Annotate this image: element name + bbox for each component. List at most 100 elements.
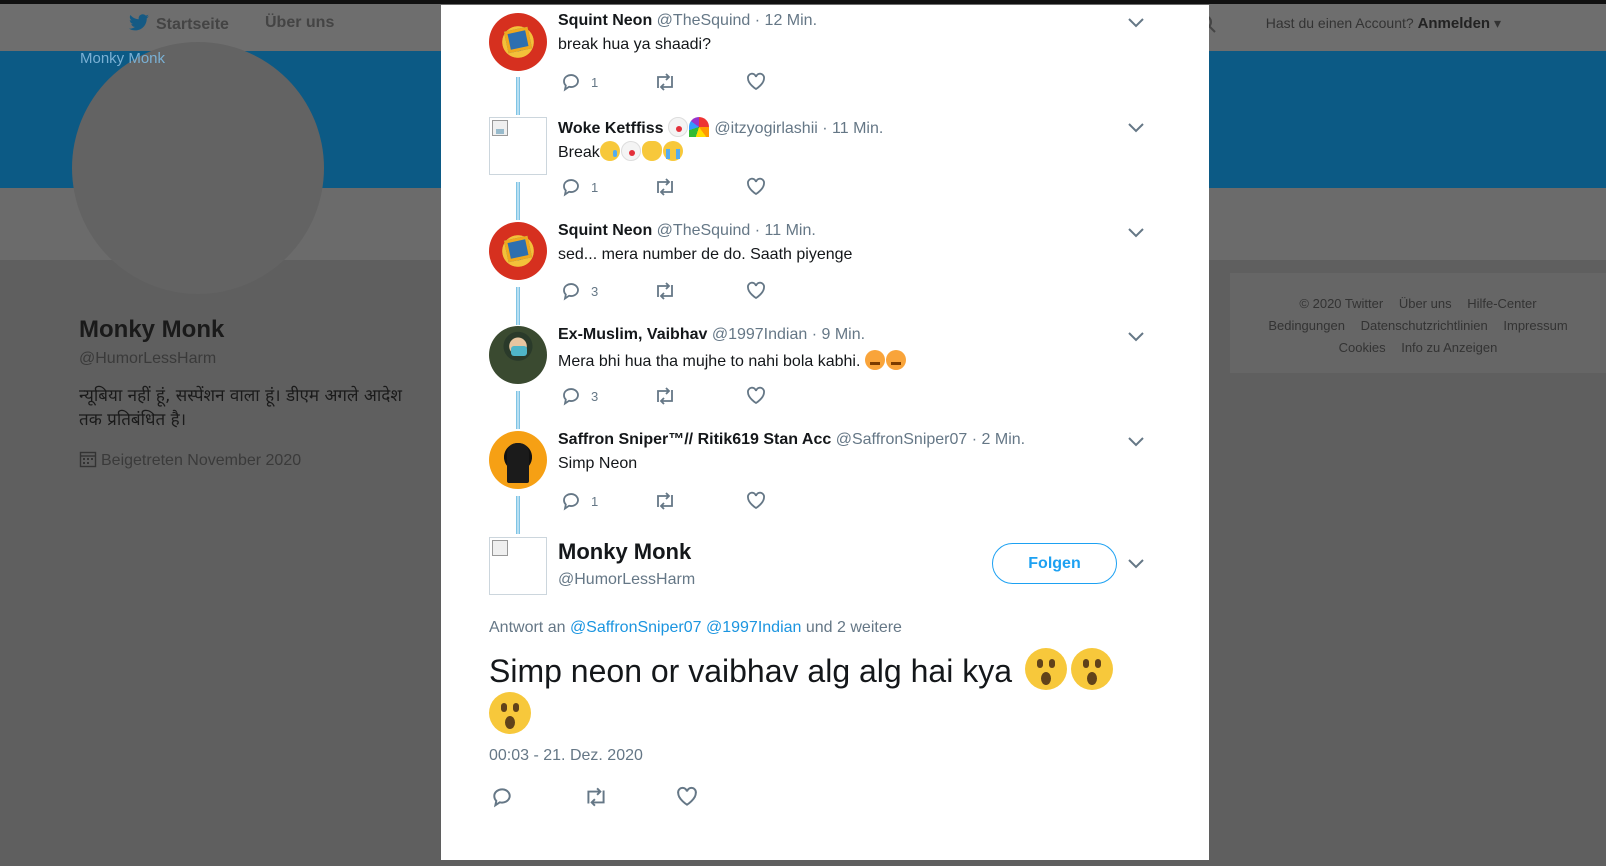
tweet-header: Ex-Muslim, Vaibhav @1997Indian · 9 Min. bbox=[558, 326, 865, 344]
heart-icon bbox=[677, 786, 697, 806]
tweet-text: Mera bhi hua tha mujhe to nahi bola kabh… bbox=[558, 353, 861, 370]
main-tweet-author-name[interactable]: Monky Monk bbox=[558, 539, 691, 565]
retweet-button[interactable] bbox=[653, 281, 677, 301]
tweet-text: Simp Neon bbox=[558, 455, 638, 472]
profile-avatar-alt-text: Monky Monk bbox=[80, 50, 166, 67]
reply-prefix: Antwort an bbox=[489, 619, 566, 636]
tweet-author-name[interactable]: Woke Ketffiss bbox=[558, 120, 664, 137]
like-button[interactable] bbox=[746, 281, 766, 301]
tweet-author-handle[interactable]: @1997Indian bbox=[712, 326, 807, 343]
tweet-text: break hua ya shaadi? bbox=[558, 36, 711, 53]
avatar[interactable] bbox=[489, 326, 547, 384]
reply-count: 1 bbox=[591, 179, 599, 195]
thread-connector bbox=[516, 77, 520, 115]
like-button[interactable] bbox=[746, 386, 766, 406]
tweet-text-line: Break bbox=[558, 141, 684, 162]
tweet-author-handle[interactable]: @TheSquind bbox=[657, 12, 751, 29]
avatar[interactable] bbox=[489, 117, 547, 175]
tweet-modal: Squint Neon @TheSquind · 12 Min. break h… bbox=[441, 5, 1209, 860]
account-login-area: Hast du einen Account? Anmelden ▾ bbox=[1266, 15, 1501, 32]
tweet-text: sed... mera number de do. Saath piyenge bbox=[558, 246, 853, 263]
login-dropdown[interactable]: Anmelden bbox=[1418, 15, 1491, 32]
footer-copyright: © 2020 Twitter bbox=[1299, 296, 1384, 311]
profile-name: Monky Monk bbox=[79, 316, 225, 343]
reply-suffix[interactable]: und 2 weitere bbox=[806, 619, 902, 636]
like-button[interactable] bbox=[746, 72, 766, 92]
thread-connector bbox=[516, 287, 520, 325]
like-button[interactable] bbox=[676, 786, 698, 808]
tweet-text-line: Mera bhi hua tha mujhe to nahi bola kabh… bbox=[558, 350, 907, 371]
footer-links: © 2020 Twitter Über uns Hilfe-Center Bed… bbox=[1230, 273, 1606, 373]
retweet-icon bbox=[657, 73, 673, 91]
tweet-author-name[interactable]: Squint Neon bbox=[558, 222, 652, 239]
footer-link-ads[interactable]: Info zu Anzeigen bbox=[1401, 340, 1497, 355]
main-tweet-avatar[interactable] bbox=[489, 537, 547, 595]
reply-icon bbox=[563, 179, 579, 197]
retweet-button[interactable] bbox=[653, 491, 677, 511]
reply-button[interactable] bbox=[491, 786, 513, 808]
footer-link-terms[interactable]: Bedingungen bbox=[1268, 318, 1345, 333]
reply-count: 3 bbox=[591, 283, 599, 299]
reply-context: Antwort an @SaffronSniper07 @1997Indian … bbox=[489, 619, 902, 637]
tweet-text: Break bbox=[558, 144, 600, 161]
reply-button[interactable]: 1 bbox=[561, 72, 598, 92]
tweet-author-handle[interactable]: @TheSquind bbox=[657, 222, 751, 239]
chevron-down-icon[interactable] bbox=[1128, 434, 1144, 452]
reply-button[interactable]: 3 bbox=[561, 386, 598, 406]
chevron-down-icon[interactable] bbox=[1128, 15, 1144, 33]
rainbow-emoji-icon bbox=[688, 117, 709, 137]
heart-icon bbox=[747, 177, 765, 196]
chevron-down-icon[interactable] bbox=[1128, 329, 1144, 347]
thread-connector bbox=[516, 182, 520, 220]
mention-link[interactable]: @1997Indian bbox=[706, 619, 801, 636]
footer-link-help[interactable]: Hilfe-Center bbox=[1467, 296, 1536, 311]
chevron-down-icon[interactable] bbox=[1128, 556, 1144, 574]
chevron-down-icon[interactable] bbox=[1128, 120, 1144, 138]
footer-link-cookies[interactable]: Cookies bbox=[1339, 340, 1386, 355]
tweet-author-name[interactable]: Saffron Sniper™// Ritik619 Stan Acc bbox=[558, 431, 831, 448]
chevron-down-icon[interactable] bbox=[1128, 225, 1144, 243]
like-button[interactable] bbox=[746, 491, 766, 511]
profile-joined: Beigetreten November 2020 bbox=[79, 450, 301, 473]
tweet-time[interactable]: · 11 Min. bbox=[755, 222, 816, 239]
tweet-time[interactable]: · 9 Min. bbox=[812, 326, 865, 343]
like-button[interactable] bbox=[746, 177, 766, 197]
main-tweet-author-handle[interactable]: @HumorLessHarm bbox=[558, 571, 695, 589]
retweet-button[interactable] bbox=[653, 72, 677, 92]
tweet-time[interactable]: · 12 Min. bbox=[755, 12, 817, 29]
footer-link-about[interactable]: Über uns bbox=[1399, 296, 1452, 311]
avatar[interactable] bbox=[489, 431, 547, 489]
tweet-header: Squint Neon @TheSquind · 11 Min. bbox=[558, 222, 816, 240]
avatar[interactable] bbox=[489, 13, 547, 71]
retweet-button[interactable] bbox=[653, 386, 677, 406]
profile-avatar[interactable] bbox=[72, 42, 324, 294]
retweet-button[interactable] bbox=[653, 177, 677, 197]
caret-down-icon[interactable]: ▾ bbox=[1494, 15, 1501, 31]
tweet-author-handle[interactable]: @itzyogirlashii bbox=[714, 120, 817, 137]
reply-icon bbox=[563, 74, 579, 92]
avatar[interactable] bbox=[489, 222, 547, 280]
reply-button[interactable]: 1 bbox=[561, 491, 598, 511]
tweet-author-name[interactable]: Squint Neon bbox=[558, 12, 652, 29]
open-hands-emoji-icon bbox=[641, 141, 662, 161]
reply-button[interactable]: 1 bbox=[561, 177, 598, 197]
tweet-author-name[interactable]: Ex-Muslim, Vaibhav bbox=[558, 326, 707, 343]
main-tweet-timestamp[interactable]: 00:03 - 21. Dez. 2020 bbox=[489, 747, 643, 765]
reply-button[interactable]: 3 bbox=[561, 281, 598, 301]
astonished-face-emoji-icon bbox=[1024, 648, 1067, 690]
tweet-time[interactable]: · 11 Min. bbox=[822, 120, 883, 137]
nav-about-link[interactable]: Über uns bbox=[265, 14, 334, 32]
nav-home-link[interactable]: Startseite bbox=[128, 14, 229, 37]
tweet-author-handle[interactable]: @SaffronSniper07 bbox=[836, 431, 968, 448]
retweet-button[interactable] bbox=[583, 786, 609, 808]
clown-emoji-icon bbox=[667, 117, 688, 137]
astonished-face-emoji-icon bbox=[1070, 648, 1113, 690]
nav-home-label: Startseite bbox=[156, 16, 229, 33]
tweet-time[interactable]: · 2 Min. bbox=[972, 431, 1025, 448]
angry-face-emoji-icon bbox=[885, 350, 906, 370]
follow-button[interactable]: Folgen bbox=[992, 543, 1117, 584]
mention-link[interactable]: @SaffronSniper07 bbox=[570, 619, 702, 636]
footer-link-privacy[interactable]: Datenschutzrichtlinien bbox=[1361, 318, 1488, 333]
footer-link-imprint[interactable]: Impressum bbox=[1503, 318, 1567, 333]
retweet-icon bbox=[657, 282, 673, 300]
